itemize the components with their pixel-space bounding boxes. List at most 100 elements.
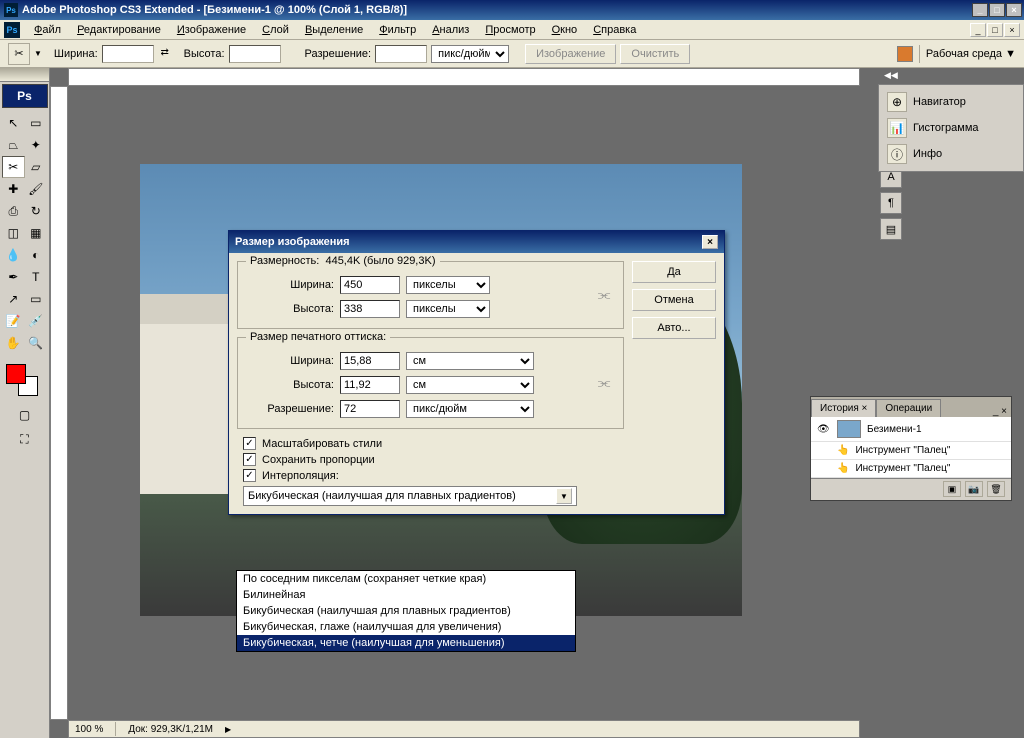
crop-tool-icon[interactable]: ✂ bbox=[8, 43, 30, 65]
menu-help[interactable]: Справка bbox=[585, 21, 644, 39]
wand-tool[interactable]: ✦ bbox=[25, 134, 48, 156]
resolution-input[interactable] bbox=[340, 400, 400, 418]
interpolation-select[interactable]: Бикубическая (наилучшая для плавных град… bbox=[243, 486, 577, 506]
app-titlebar: Ps Adobe Photoshop CS3 Extended - [Безим… bbox=[0, 0, 1024, 20]
panel-icon-para[interactable]: ¶ bbox=[880, 192, 902, 214]
history-newdoc[interactable]: ▣ bbox=[943, 481, 961, 497]
panel-info[interactable]: ⓘ Инфо bbox=[883, 141, 1019, 167]
status-bar: 100 % Док: 929,3K/1,21M ▶ bbox=[68, 720, 860, 738]
notes-tool[interactable]: 📝 bbox=[2, 310, 25, 332]
px-width-unit[interactable]: пикселы bbox=[406, 276, 490, 294]
path-tool[interactable]: ↗ bbox=[2, 288, 25, 310]
opt-image-button[interactable]: Изображение bbox=[525, 44, 616, 64]
menu-select[interactable]: Выделение bbox=[297, 21, 371, 39]
opt-clear-button[interactable]: Очистить bbox=[620, 44, 690, 64]
menu-layer[interactable]: Слой bbox=[254, 21, 297, 39]
slice-tool[interactable]: ▱ bbox=[25, 156, 48, 178]
print-width-unit[interactable]: см bbox=[406, 352, 534, 370]
px-height-unit[interactable]: пикселы bbox=[406, 300, 490, 318]
hand-tool[interactable]: ✋ bbox=[2, 332, 25, 354]
resample-checkbox[interactable]: ✓ bbox=[243, 469, 256, 482]
minimize-button[interactable]: _ bbox=[972, 3, 988, 17]
opt-height-input[interactable] bbox=[229, 45, 281, 63]
blur-tool[interactable]: 💧 bbox=[2, 244, 25, 266]
dropdown-option[interactable]: Билинейная bbox=[237, 587, 575, 603]
type-tool[interactable]: T bbox=[25, 266, 48, 288]
menu-edit[interactable]: Редактирование bbox=[69, 21, 169, 39]
swap-icon[interactable]: ⇄ bbox=[158, 47, 172, 61]
opt-width-input[interactable] bbox=[102, 45, 154, 63]
zoom-tool[interactable]: 🔍 bbox=[25, 332, 48, 354]
interpolation-dropdown[interactable]: По соседним пикселам (сохраняет четкие к… bbox=[236, 570, 576, 652]
history-collapse[interactable]: _ × bbox=[989, 406, 1011, 417]
panel-icon-layers[interactable]: ▤ bbox=[880, 218, 902, 240]
dropdown-option[interactable]: Бикубическая (наилучшая для плавных град… bbox=[237, 603, 575, 619]
eyedropper-tool[interactable]: 💉 bbox=[25, 310, 48, 332]
print-height-label: Высота: bbox=[248, 379, 334, 391]
pen-tool[interactable]: ✒ bbox=[2, 266, 25, 288]
history-item[interactable]: 👆 Инструмент "Палец" bbox=[811, 442, 1011, 460]
doc-minimize-button[interactable]: _ bbox=[970, 23, 986, 37]
close-button[interactable]: × bbox=[1006, 3, 1022, 17]
ok-button[interactable]: Да bbox=[632, 261, 716, 283]
restore-button[interactable]: □ bbox=[989, 3, 1005, 17]
history-item[interactable]: 👆 Инструмент "Палец" bbox=[811, 460, 1011, 478]
quickmask-off[interactable]: ▢ bbox=[13, 404, 36, 426]
menu-view[interactable]: Просмотр bbox=[477, 21, 543, 39]
menu-analysis[interactable]: Анализ bbox=[424, 21, 477, 39]
dropdown-option[interactable]: Бикубическая, четче (наилучшая для умень… bbox=[237, 635, 575, 651]
dropdown-option[interactable]: По соседним пикселам (сохраняет четкие к… bbox=[237, 571, 575, 587]
ps-menu-icon[interactable]: Ps bbox=[4, 22, 20, 38]
eraser-tool[interactable]: ◫ bbox=[2, 222, 25, 244]
smudge-icon: 👆 bbox=[837, 445, 849, 456]
history-snapshot[interactable]: 👁 Безимени-1 bbox=[811, 417, 1011, 442]
lasso-tool[interactable]: ⏢ bbox=[2, 134, 25, 156]
marquee-tool[interactable]: ▭ bbox=[25, 112, 48, 134]
resolution-unit[interactable]: пикс/дюйм bbox=[406, 400, 534, 418]
shape-tool[interactable]: ▭ bbox=[25, 288, 48, 310]
cancel-button[interactable]: Отмена bbox=[632, 289, 716, 311]
dialog-close-button[interactable]: × bbox=[702, 235, 718, 249]
history-brush-tool[interactable]: ↻ bbox=[25, 200, 48, 222]
heal-tool[interactable]: ✚ bbox=[2, 178, 25, 200]
constrain-checkbox[interactable]: ✓ bbox=[243, 453, 256, 466]
doc-close-button[interactable]: × bbox=[1004, 23, 1020, 37]
px-width-input[interactable] bbox=[340, 276, 400, 294]
ps-logo: Ps bbox=[2, 84, 48, 108]
actions-tab[interactable]: Операции bbox=[876, 399, 941, 417]
print-height-input[interactable] bbox=[340, 376, 400, 394]
dodge-tool[interactable]: ◐ bbox=[25, 244, 48, 266]
px-height-input[interactable] bbox=[340, 300, 400, 318]
menu-filter[interactable]: Фильтр bbox=[371, 21, 424, 39]
color-swatches[interactable] bbox=[0, 360, 49, 400]
doc-restore-button[interactable]: □ bbox=[987, 23, 1003, 37]
panel-histogram[interactable]: 📊 Гистограмма bbox=[883, 115, 1019, 141]
opt-res-input[interactable] bbox=[375, 45, 427, 63]
toolbox-grip[interactable] bbox=[0, 68, 49, 82]
auto-button[interactable]: Авто... bbox=[632, 317, 716, 339]
bridge-icon[interactable] bbox=[897, 46, 913, 62]
menu-window[interactable]: Окно bbox=[544, 21, 586, 39]
history-snapshot-new[interactable]: 📷 bbox=[965, 481, 983, 497]
gradient-tool[interactable]: ▦ bbox=[25, 222, 48, 244]
status-zoom[interactable]: 100 % bbox=[75, 724, 103, 735]
crop-tool[interactable]: ✂ bbox=[2, 156, 25, 178]
move-tool[interactable]: ↖ bbox=[2, 112, 25, 134]
history-tab[interactable]: История × bbox=[811, 399, 876, 417]
fg-color-swatch[interactable] bbox=[6, 364, 26, 384]
menu-image[interactable]: Изображение bbox=[169, 21, 254, 39]
print-height-unit[interactable]: см bbox=[406, 376, 534, 394]
dialog-titlebar[interactable]: Размер изображения × bbox=[229, 231, 724, 253]
print-width-input[interactable] bbox=[340, 352, 400, 370]
history-delete[interactable]: 🗑 bbox=[987, 481, 1005, 497]
dropdown-option[interactable]: Бикубическая, глаже (наилучшая для увели… bbox=[237, 619, 575, 635]
panel-navigator[interactable]: ⊕ Навигатор bbox=[883, 89, 1019, 115]
stamp-tool[interactable]: ⎙ bbox=[2, 200, 25, 222]
workspace-dropdown[interactable]: Рабочая среда ▼ bbox=[926, 48, 1016, 60]
scale-styles-checkbox[interactable]: ✓ bbox=[243, 437, 256, 450]
menu-file[interactable]: Файл bbox=[26, 21, 69, 39]
screenmode[interactable]: ⛶ bbox=[13, 428, 36, 450]
opt-unit-select[interactable]: пикс/дюйм bbox=[431, 45, 509, 63]
toolbox: Ps ↖▭ ⏢✦ ✂▱ ✚🖌 ⎙↻ ◫▦ 💧◐ ✒T ↗▭ 📝💉 ✋🔍 ▢ ⛶ bbox=[0, 68, 50, 738]
brush-tool[interactable]: 🖌 bbox=[25, 178, 48, 200]
